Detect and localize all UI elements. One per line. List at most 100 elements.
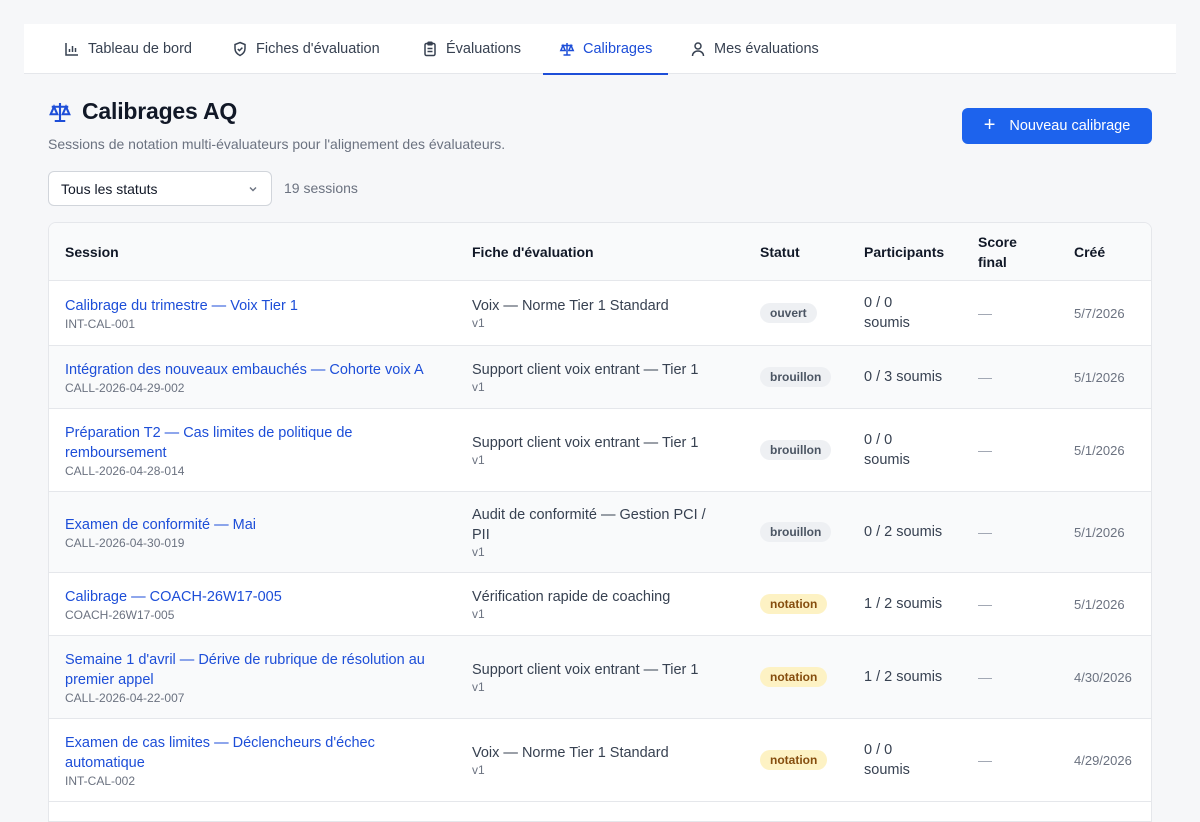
form-name: Voix — Norme Tier 1 Standard (472, 298, 669, 314)
clipboard-icon (424, 41, 436, 57)
status-cell: brouillon (760, 492, 850, 572)
participants-cell: 0 / 0 soumis (864, 409, 934, 491)
score-cell: — (978, 492, 1058, 572)
page-heading: Calibrages AQ (82, 98, 238, 124)
column-header-score-line1: Score (978, 234, 1017, 250)
session-cell: Intégration des nouveaux embauchés — Coh… (65, 346, 455, 408)
form-name: Support client voix entrant — Tier 1 (472, 362, 699, 378)
created-date: 4/29/2026 (1074, 752, 1132, 768)
participants-cell: 0 / 3 soumis (864, 346, 964, 408)
table-row[interactable]: Préparation T2 — Cas limites de politiqu… (49, 409, 1151, 492)
participants-count: 0 / 0 soumis (864, 295, 910, 331)
form-cell: Audit de conformité — Gestion PCI / PII … (472, 492, 722, 572)
session-link[interactable]: Préparation T2 — Cas limites de politiqu… (65, 423, 395, 463)
created-date: 5/1/2026 (1074, 442, 1125, 458)
status-badge: brouillon (760, 367, 832, 387)
participants-count: 0 / 2 soumis (864, 524, 943, 540)
column-header-participants[interactable]: Participants (864, 223, 944, 281)
status-filter-select[interactable]: Tous les statuts (48, 171, 272, 206)
table-header: Session Fiche d'évaluation Statut Partic… (49, 223, 1151, 281)
session-cell: Préparation T2 — Cas limites de politiqu… (65, 409, 395, 491)
session-link[interactable]: Calibrage — COACH-26W17-005 (65, 587, 455, 607)
scale-icon (49, 102, 71, 122)
form-version: v1 (472, 680, 485, 694)
table-row[interactable]: Calibrage — COACH-26W17-005 COACH-26W17-… (49, 573, 1151, 636)
form-version: v1 (472, 545, 485, 559)
column-header-status[interactable]: Statut (760, 223, 800, 281)
tab-label: Tableau de bord (88, 41, 192, 57)
session-link[interactable]: Examen de cas limites — Déclencheurs d'é… (65, 733, 405, 773)
form-cell: Support client voix entrant — Tier 1 v1 (472, 636, 732, 718)
created-date: 4/30/2026 (1074, 669, 1132, 685)
session-link[interactable]: Examen de conformité — Mai (65, 515, 455, 535)
final-score: — (978, 369, 992, 385)
form-version: v1 (472, 607, 485, 621)
table-row[interactable]: Examen de cas limites — Déclencheurs d'é… (49, 719, 1151, 802)
session-count: 19 sessions (284, 180, 358, 196)
form-cell: Support client voix entrant — Tier 1 v1 (472, 409, 732, 491)
form-version: v1 (472, 316, 485, 330)
column-header-final-score[interactable]: Score final (978, 223, 1017, 281)
final-score: — (978, 669, 992, 685)
created-cell: 4/30/2026 (1074, 636, 1151, 718)
status-cell: notation (760, 636, 850, 718)
calibrations-table: Session Fiche d'évaluation Statut Partic… (48, 222, 1152, 822)
session-link[interactable]: Calibrage du trimestre — Voix Tier 1 (65, 296, 455, 316)
session-id: CALL-2026-04-30-019 (65, 535, 185, 550)
status-cell: brouillon (760, 346, 850, 408)
new-calibration-button[interactable]: + Nouveau calibrage (962, 108, 1152, 144)
status-cell: notation (760, 573, 850, 635)
top-navigation: Tableau de bord Fiches d'évaluation Éval… (24, 24, 1176, 75)
column-header-created[interactable]: Créé (1074, 223, 1105, 281)
status-badge: notation (760, 594, 828, 614)
final-score: — (978, 752, 992, 768)
column-header-session[interactable]: Session (65, 223, 119, 281)
tab-dashboard[interactable]: Tableau de bord (64, 24, 192, 74)
participants-cell: 1 / 2 soumis (864, 636, 964, 718)
chevron-down-icon (249, 186, 257, 191)
participants-count: 0 / 0 soumis (864, 432, 910, 468)
status-cell: ouvert (760, 281, 850, 345)
status-filter-value: Tous les statuts (61, 180, 158, 197)
form-name: Audit de conformité — Gestion PCI / PII (472, 507, 706, 543)
form-version: v1 (472, 380, 485, 394)
created-cell: 5/1/2026 (1074, 573, 1151, 635)
participants-count: 0 / 3 soumis (864, 369, 943, 385)
session-cell: Semaine 1 d'avril — Dérive de rubrique d… (65, 636, 445, 718)
session-id: CALL-2026-04-22-007 (65, 690, 185, 705)
status-cell: brouillon (760, 409, 850, 491)
created-cell: 5/1/2026 (1074, 346, 1151, 408)
form-name: Vérification rapide de coaching (472, 589, 671, 605)
tab-label: Mes évaluations (714, 41, 819, 57)
table-row[interactable]: Semaine 1 d'avril — Dérive de rubrique d… (49, 636, 1151, 719)
session-id: INT-CAL-002 (65, 773, 136, 788)
tab-evaluation-forms[interactable]: Fiches d'évaluation (232, 24, 380, 74)
session-link[interactable]: Intégration des nouveaux embauchés — Coh… (65, 360, 455, 380)
status-badge: brouillon (760, 440, 832, 460)
created-cell: 5/1/2026 (1074, 492, 1151, 572)
created-date: 5/1/2026 (1074, 524, 1125, 540)
form-cell: Voix — Norme Tier 1 Standard v1 (472, 719, 732, 801)
column-header-score-line2: final (978, 254, 1007, 270)
column-header-form[interactable]: Fiche d'évaluation (472, 223, 594, 281)
shield-icon (234, 41, 246, 57)
table-row[interactable]: Calibrage du trimestre — Voix Tier 1 INT… (49, 281, 1151, 346)
tab-my-evaluations[interactable]: Mes évaluations (690, 24, 819, 74)
table-row[interactable]: Examen de conformité — Mai CALL-2026-04-… (49, 492, 1151, 573)
created-cell: 4/29/2026 (1074, 719, 1151, 801)
bar-chart-icon (65, 43, 78, 56)
session-cell: Examen de cas limites — Déclencheurs d'é… (65, 719, 405, 801)
created-date: 5/7/2026 (1074, 305, 1125, 321)
created-cell: 5/7/2026 (1074, 281, 1151, 345)
participants-cell: 0 / 0 soumis (864, 281, 934, 345)
session-cell: Calibrage du trimestre — Voix Tier 1 INT… (65, 281, 455, 345)
tab-calibrations[interactable]: Calibrages (542, 24, 669, 75)
form-cell: Support client voix entrant — Tier 1 v1 (472, 346, 732, 408)
form-version: v1 (472, 763, 485, 777)
session-cell: Examen de conformité — Mai CALL-2026-04-… (65, 492, 455, 572)
form-cell: Vérification rapide de coaching v1 (472, 573, 732, 635)
session-link[interactable]: Semaine 1 d'avril — Dérive de rubrique d… (65, 650, 445, 690)
tab-evaluations[interactable]: Évaluations (422, 24, 521, 74)
table-row[interactable]: Intégration des nouveaux embauchés — Coh… (49, 346, 1151, 409)
status-badge: brouillon (760, 522, 832, 542)
